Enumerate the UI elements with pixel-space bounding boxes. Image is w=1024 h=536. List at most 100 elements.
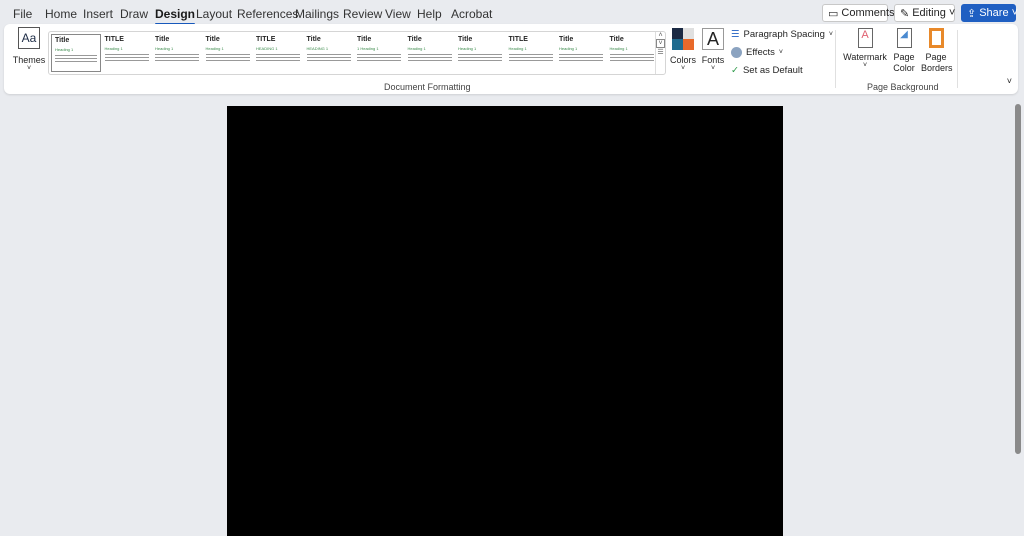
- fonts-icon: A: [702, 28, 724, 50]
- page-color-icon: ◢: [896, 28, 912, 48]
- thumb-heading: HEADING 1: [256, 46, 278, 51]
- effects-icon: [731, 47, 742, 58]
- paragraph-spacing-button[interactable]: ☰ Paragraph Spacing ˅: [731, 29, 833, 40]
- share-icon: ⇪: [967, 7, 977, 20]
- thumb-heading: Heading 1: [205, 46, 224, 51]
- comment-icon: ▭: [828, 7, 839, 20]
- page-borders-label: Page Borders: [921, 52, 953, 73]
- tab-design[interactable]: Design: [155, 7, 196, 25]
- style-set-thumb[interactable]: Title Heading 1: [405, 34, 455, 72]
- watermark-label: Watermark: [843, 52, 887, 62]
- expand-gallery-icon[interactable]: ☰: [656, 48, 665, 56]
- page-color-label: Page Color: [893, 52, 915, 73]
- thumb-title: Title: [357, 36, 372, 43]
- colors-icon: [672, 28, 694, 50]
- thumb-title: Title: [559, 36, 574, 43]
- thumb-title: TITLE: [104, 36, 124, 43]
- fonts-button[interactable]: A Fonts ˅: [699, 28, 727, 72]
- style-set-thumb[interactable]: Title Heading 1: [152, 34, 202, 72]
- tab-review[interactable]: Review: [343, 7, 382, 21]
- themes-label: Themes: [12, 55, 46, 65]
- chevron-down-icon: ˅: [680, 65, 686, 72]
- vertical-scrollbar[interactable]: [1015, 96, 1021, 531]
- paragraph-spacing-label: Paragraph Spacing: [743, 29, 825, 40]
- comments-label: Comments: [841, 7, 895, 19]
- fonts-label: Fonts: [701, 55, 725, 65]
- gallery-scroll[interactable]: ˄ ˅ ☰: [655, 32, 665, 74]
- thumb-heading: Heading 1: [104, 46, 123, 51]
- tab-references[interactable]: References: [237, 7, 298, 21]
- tab-layout[interactable]: Layout: [196, 7, 232, 21]
- themes-button[interactable]: Aa Themes ˅: [12, 27, 46, 72]
- thumb-title: Title: [407, 36, 422, 43]
- themes-icon: Aa: [18, 27, 40, 49]
- chevron-down-icon: ˅: [1011, 7, 1019, 19]
- effects-label: Effects: [746, 47, 775, 58]
- style-set-thumb[interactable]: Title Heading 1: [455, 34, 505, 72]
- set-as-default-label: Set as Default: [742, 65, 803, 76]
- chevron-down-icon: ˅: [26, 65, 32, 72]
- tab-insert[interactable]: Insert: [83, 7, 113, 21]
- thumb-title: TITLE: [508, 36, 528, 43]
- group-label-page-background: Page Background: [867, 82, 939, 92]
- tab-view[interactable]: View: [385, 7, 411, 21]
- group-label-document-formatting: Document Formatting: [384, 82, 471, 92]
- editing-label: Editing: [912, 7, 946, 19]
- chevron-down-icon: ˅: [828, 31, 833, 38]
- chevron-down-icon: ˅: [710, 65, 716, 72]
- colors-button[interactable]: Colors ˅: [668, 28, 698, 72]
- chevron-down-icon: ˅: [948, 7, 956, 19]
- editing-button[interactable]: ✎ Editing ˅: [894, 4, 955, 22]
- tab-acrobat[interactable]: Acrobat: [451, 7, 492, 21]
- watermark-button[interactable]: A Watermark ˅: [842, 28, 888, 69]
- style-set-thumb[interactable]: Title 1 Heading 1: [354, 34, 404, 72]
- page-borders-icon: [928, 28, 944, 48]
- style-set-thumb[interactable]: TITLE Heading 1: [506, 34, 556, 72]
- thumb-heading: Heading 1: [458, 46, 477, 51]
- style-set-thumb[interactable]: Title Heading 1: [556, 34, 606, 72]
- share-button[interactable]: ⇪ Share ˅: [961, 4, 1019, 22]
- effects-button[interactable]: Effects ˅: [731, 47, 783, 58]
- thumb-title: Title: [205, 36, 220, 43]
- thumb-heading: Heading 1: [155, 46, 174, 51]
- group-divider: [957, 30, 958, 88]
- share-label: Share: [979, 7, 1009, 19]
- scroll-down-icon[interactable]: ˅: [656, 39, 665, 48]
- style-set-thumb[interactable]: Title Heading 1: [51, 34, 101, 72]
- style-set-thumb[interactable]: Title Heading 1: [203, 34, 253, 72]
- thumb-title: Title: [155, 36, 170, 43]
- thumb-title: Title: [609, 36, 624, 43]
- style-set-thumb[interactable]: Title Heading 1: [607, 34, 657, 72]
- style-set-thumb[interactable]: TITLE Heading 1: [102, 34, 152, 72]
- thumb-title: Title: [306, 36, 321, 43]
- thumb-heading: Heading 1: [407, 46, 426, 51]
- tab-help[interactable]: Help: [417, 7, 442, 21]
- thumb-title: Title: [458, 36, 473, 43]
- chevron-down-icon: ˅: [778, 49, 783, 56]
- check-circle-icon: ✓: [731, 65, 739, 76]
- style-set-thumb[interactable]: TITLE HEADING 1: [253, 34, 303, 72]
- scrollbar-thumb[interactable]: [1015, 104, 1021, 454]
- pencil-icon: ✎: [900, 7, 910, 20]
- document-page[interactable]: [227, 106, 783, 536]
- tab-draw[interactable]: Draw: [120, 7, 148, 21]
- tab-home[interactable]: Home: [45, 7, 77, 21]
- collapse-ribbon-icon[interactable]: ˅: [1007, 76, 1012, 86]
- thumb-title: Title: [55, 37, 70, 44]
- ribbon: Aa Themes ˅ ˄ ˅ ☰ Title Heading 1 TITLE Headi…: [4, 24, 1018, 94]
- thumb-heading: Heading 1: [609, 46, 628, 51]
- tab-file[interactable]: File: [13, 7, 32, 21]
- page-color-button[interactable]: ◢ Page Color: [889, 28, 919, 74]
- chevron-down-icon: ˅: [862, 62, 868, 69]
- page-borders-button[interactable]: Page Borders: [921, 28, 953, 74]
- style-set-gallery: ˄ ˅ ☰ Title Heading 1 TITLE Heading 1 Title Hea…: [48, 31, 666, 75]
- menu-bar: File Home Insert Draw Design Layout Refe…: [0, 0, 1024, 26]
- set-as-default-button[interactable]: ✓ Set as Default: [731, 65, 803, 76]
- group-divider: [835, 30, 836, 88]
- scroll-up-icon[interactable]: ˄: [656, 32, 665, 39]
- colors-label: Colors: [669, 55, 696, 65]
- thumb-heading: Heading 1: [559, 46, 578, 51]
- tab-mailings[interactable]: Mailings: [295, 7, 339, 21]
- comments-button[interactable]: ▭ Comments: [822, 4, 895, 22]
- style-set-thumb[interactable]: Title HEADING 1: [304, 34, 354, 72]
